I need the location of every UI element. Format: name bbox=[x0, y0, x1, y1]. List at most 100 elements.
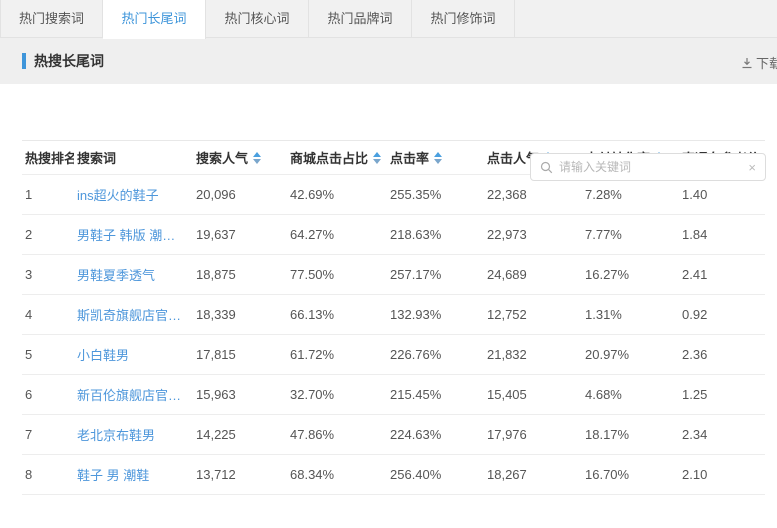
rank-cell: 4 bbox=[22, 307, 74, 322]
column-header[interactable]: 商城点击占比 bbox=[287, 148, 387, 167]
click-rate-cell: 218.63% bbox=[387, 227, 484, 242]
click-rate-cell: 255.35% bbox=[387, 187, 484, 202]
search-input[interactable] bbox=[559, 160, 742, 174]
table-row: 7 老北京布鞋男 14,225 47.86% 224.63% 17,976 18… bbox=[22, 415, 765, 455]
click-popularity-cell: 18,267 bbox=[484, 467, 582, 482]
pay-conversion-cell: 4.68% bbox=[582, 387, 679, 402]
search-popularity-cell: 18,875 bbox=[193, 267, 287, 282]
pay-conversion-cell: 16.70% bbox=[582, 467, 679, 482]
click-popularity-cell: 21,832 bbox=[484, 347, 582, 362]
mall-click-ratio-cell: 42.69% bbox=[287, 187, 387, 202]
column-header-label: 点击率 bbox=[390, 148, 429, 167]
click-popularity-cell: 15,405 bbox=[484, 387, 582, 402]
pay-conversion-cell: 16.27% bbox=[582, 267, 679, 282]
table-row: 1 ins超火的鞋子 20,096 42.69% 255.35% 22,368 … bbox=[22, 175, 765, 215]
column-header-label: 搜索人气 bbox=[196, 148, 248, 167]
tab-5[interactable]: 热门修饰词 bbox=[412, 0, 515, 38]
sort-icon[interactable] bbox=[373, 152, 381, 164]
table-row: 6 新百伦旗舰店官方正品 15,963 32.70% 215.45% 15,40… bbox=[22, 375, 765, 415]
search-popularity-cell: 19,637 bbox=[193, 227, 287, 242]
main-content: × 热搜排名 搜索词 搜索人气 商城点击占比 点击率 点击人气 支付转化率 直通… bbox=[0, 140, 777, 528]
download-icon bbox=[741, 57, 753, 69]
rank-cell: 8 bbox=[22, 467, 74, 482]
table-row: 3 男鞋夏季透气 18,875 77.50% 257.17% 24,689 16… bbox=[22, 255, 765, 295]
click-rate-cell: 257.17% bbox=[387, 267, 484, 282]
column-header[interactable]: 搜索词 bbox=[74, 148, 193, 167]
click-popularity-cell: 12,752 bbox=[484, 307, 582, 322]
column-header[interactable]: 点击率 bbox=[387, 148, 484, 167]
rank-cell: 3 bbox=[22, 267, 74, 282]
keyword-link[interactable]: ins超火的鞋子 bbox=[74, 185, 193, 204]
table-row: 5 小白鞋男 17,815 61.72% 226.76% 21,832 20.9… bbox=[22, 335, 765, 375]
page-title: 热搜长尾词 bbox=[22, 51, 104, 71]
mall-click-ratio-cell: 47.86% bbox=[287, 427, 387, 442]
table-body: 1 ins超火的鞋子 20,096 42.69% 255.35% 22,368 … bbox=[22, 175, 765, 495]
sort-icon[interactable] bbox=[253, 152, 261, 164]
ztc-price-cell: 1.40 bbox=[679, 187, 762, 202]
page-title-text: 热搜长尾词 bbox=[34, 51, 104, 71]
ztc-price-cell: 2.10 bbox=[679, 467, 762, 482]
column-header-label: 热搜排名 bbox=[25, 148, 74, 167]
hot-keywords-table: 热搜排名 搜索词 搜索人气 商城点击占比 点击率 点击人气 支付转化率 直通车参… bbox=[22, 140, 765, 495]
keyword-link[interactable]: 男鞋夏季透气 bbox=[74, 265, 193, 284]
mall-click-ratio-cell: 64.27% bbox=[287, 227, 387, 242]
mall-click-ratio-cell: 66.13% bbox=[287, 307, 387, 322]
tab-2[interactable]: 热门长尾词 bbox=[103, 0, 206, 39]
download-label: 下载 bbox=[756, 53, 777, 72]
pay-conversion-cell: 7.77% bbox=[582, 227, 679, 242]
click-popularity-cell: 22,368 bbox=[484, 187, 582, 202]
keyword-search-box[interactable]: × bbox=[530, 153, 766, 181]
column-header-label: 搜索词 bbox=[77, 148, 116, 167]
click-rate-cell: 256.40% bbox=[387, 467, 484, 482]
keyword-link[interactable]: 男鞋子 韩版 潮流 英... bbox=[74, 225, 193, 244]
mall-click-ratio-cell: 68.34% bbox=[287, 467, 387, 482]
search-icon bbox=[540, 161, 553, 174]
search-popularity-cell: 20,096 bbox=[193, 187, 287, 202]
rank-cell: 2 bbox=[22, 227, 74, 242]
keyword-link[interactable]: 鞋子 男 潮鞋 bbox=[74, 465, 193, 484]
mall-click-ratio-cell: 32.70% bbox=[287, 387, 387, 402]
table-row: 2 男鞋子 韩版 潮流 英... 19,637 64.27% 218.63% 2… bbox=[22, 215, 765, 255]
click-popularity-cell: 24,689 bbox=[484, 267, 582, 282]
rank-cell: 6 bbox=[22, 387, 74, 402]
search-popularity-cell: 18,339 bbox=[193, 307, 287, 322]
keyword-link[interactable]: 新百伦旗舰店官方正品 bbox=[74, 385, 193, 404]
title-accent-bar bbox=[22, 53, 26, 69]
column-header[interactable]: 热搜排名 bbox=[22, 148, 74, 167]
click-rate-cell: 226.76% bbox=[387, 347, 484, 362]
rank-cell: 7 bbox=[22, 427, 74, 442]
search-popularity-cell: 17,815 bbox=[193, 347, 287, 362]
keyword-link[interactable]: 斯凯奇旗舰店官方旗舰 bbox=[74, 305, 193, 324]
search-popularity-cell: 14,225 bbox=[193, 427, 287, 442]
ztc-price-cell: 1.84 bbox=[679, 227, 762, 242]
click-rate-cell: 132.93% bbox=[387, 307, 484, 322]
tab-1[interactable]: 热门搜索词 bbox=[0, 0, 103, 38]
clear-search-icon[interactable]: × bbox=[742, 161, 756, 174]
ztc-price-cell: 2.41 bbox=[679, 267, 762, 282]
pay-conversion-cell: 7.28% bbox=[582, 187, 679, 202]
section-header: 热搜长尾词 下载 bbox=[0, 38, 777, 84]
mall-click-ratio-cell: 77.50% bbox=[287, 267, 387, 282]
ztc-price-cell: 1.25 bbox=[679, 387, 762, 402]
search-popularity-cell: 15,963 bbox=[193, 387, 287, 402]
keyword-link[interactable]: 小白鞋男 bbox=[74, 345, 193, 364]
ztc-price-cell: 2.36 bbox=[679, 347, 762, 362]
pay-conversion-cell: 20.97% bbox=[582, 347, 679, 362]
mall-click-ratio-cell: 61.72% bbox=[287, 347, 387, 362]
click-popularity-cell: 17,976 bbox=[484, 427, 582, 442]
rank-cell: 5 bbox=[22, 347, 74, 362]
rank-cell: 1 bbox=[22, 187, 74, 202]
click-popularity-cell: 22,973 bbox=[484, 227, 582, 242]
column-header[interactable]: 搜索人气 bbox=[193, 148, 287, 167]
tab-3[interactable]: 热门核心词 bbox=[206, 0, 309, 38]
pay-conversion-cell: 1.31% bbox=[582, 307, 679, 322]
search-popularity-cell: 13,712 bbox=[193, 467, 287, 482]
keyword-link[interactable]: 老北京布鞋男 bbox=[74, 425, 193, 444]
download-button[interactable]: 下载 bbox=[741, 53, 777, 72]
ztc-price-cell: 2.34 bbox=[679, 427, 762, 442]
click-rate-cell: 215.45% bbox=[387, 387, 484, 402]
sort-icon[interactable] bbox=[434, 152, 442, 164]
tab-4[interactable]: 热门品牌词 bbox=[309, 0, 412, 38]
ztc-price-cell: 0.92 bbox=[679, 307, 762, 322]
column-header-label: 商城点击占比 bbox=[290, 148, 368, 167]
